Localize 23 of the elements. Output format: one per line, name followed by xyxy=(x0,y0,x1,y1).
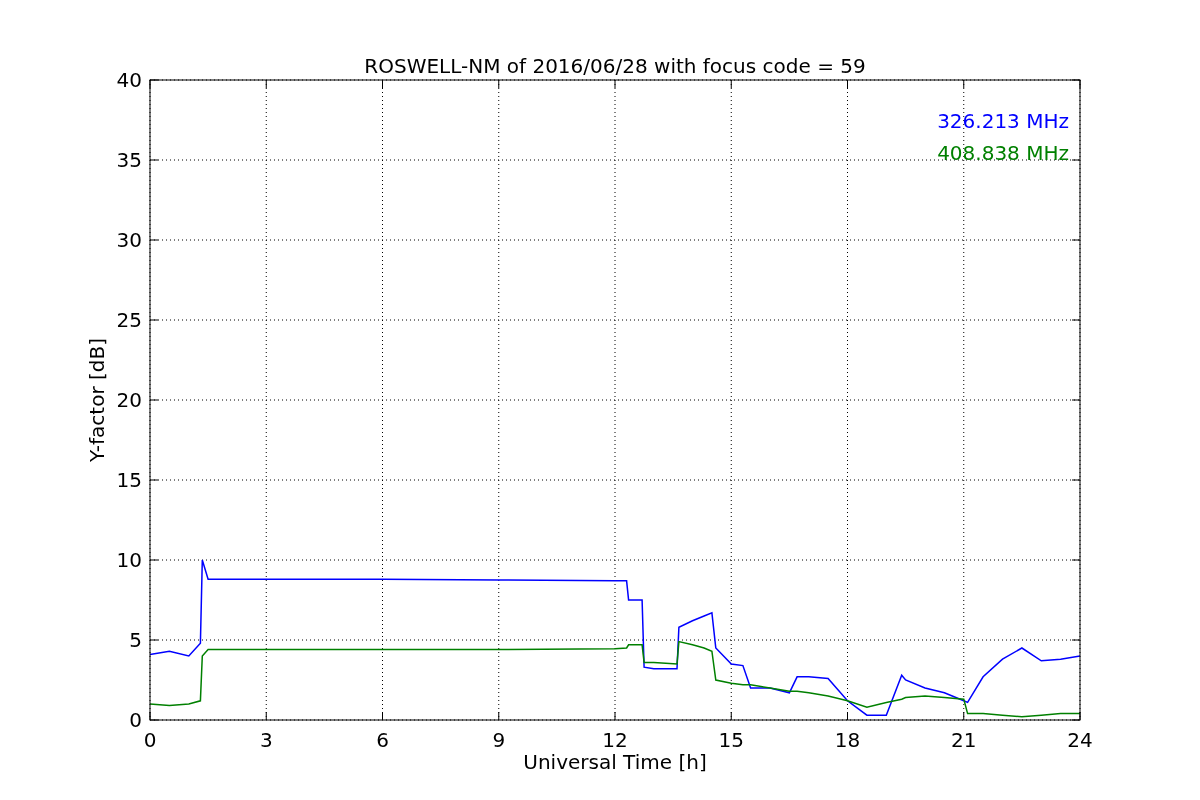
x-tick-label: 21 xyxy=(951,728,977,752)
x-tick-label: 0 xyxy=(143,728,157,752)
y-tick-label: 25 xyxy=(116,308,142,332)
x-tick-label: 18 xyxy=(834,728,861,752)
x-tick-label: 3 xyxy=(259,728,273,752)
y-tick-label: 0 xyxy=(129,708,142,732)
chart-title: ROSWELL-NM of 2016/06/28 with focus code = 59 xyxy=(364,54,866,78)
y-tick-label: 40 xyxy=(116,68,142,92)
y-tick-label: 20 xyxy=(116,388,142,412)
y-tick-label: 35 xyxy=(116,148,142,172)
x-tick-label: 9 xyxy=(492,728,506,752)
x-axis-label: Universal Time [h] xyxy=(523,750,707,774)
x-tick-label: 15 xyxy=(718,728,744,752)
legend-label: 326.213 MHz xyxy=(937,109,1069,133)
x-tick-label: 6 xyxy=(376,728,389,752)
y-tick-label: 10 xyxy=(116,548,142,572)
x-tick-label: 12 xyxy=(602,728,628,752)
y-tick-label: 15 xyxy=(116,468,142,492)
y-tick-label: 30 xyxy=(116,228,142,252)
x-tick-label: 24 xyxy=(1067,728,1093,752)
legend-label: 408.838 MHz xyxy=(937,141,1069,165)
y-axis-label: Y-factor [dB] xyxy=(85,338,109,462)
y-tick-label: 5 xyxy=(129,628,142,652)
